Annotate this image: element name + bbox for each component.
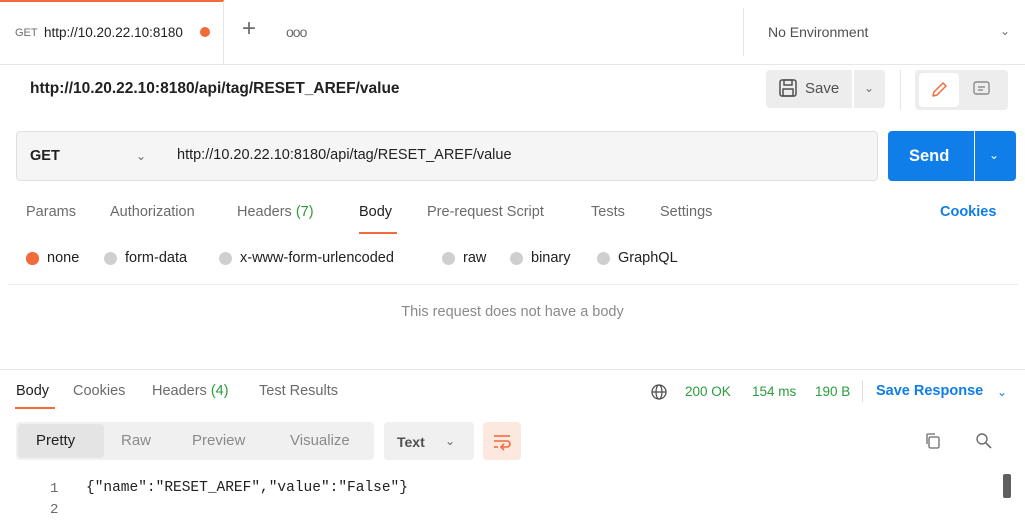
- chevron-down-icon: ⌄: [989, 148, 1000, 162]
- chevron-down-icon[interactable]: ⌄: [136, 149, 146, 163]
- response-tab-headers[interactable]: Headers (4): [152, 383, 229, 399]
- radio-form-data-label[interactable]: form-data: [125, 250, 187, 266]
- response-tab-cookies[interactable]: Cookies: [73, 383, 125, 399]
- chevron-down-icon: ⌄: [864, 81, 875, 95]
- chevron-down-icon[interactable]: ⌄: [1000, 24, 1010, 38]
- view-pretty[interactable]: Pretty: [36, 432, 75, 449]
- radio-urlencoded[interactable]: [219, 252, 232, 265]
- save-response-button[interactable]: Save Response: [876, 383, 983, 399]
- response-code-line[interactable]: {"name":"RESET_AREF","value":"False"}: [86, 480, 408, 496]
- method-label[interactable]: GET: [30, 148, 60, 164]
- request-title[interactable]: http://10.20.22.10:8180/api/tag/RESET_AR…: [30, 80, 400, 98]
- view-preview[interactable]: Preview: [192, 432, 245, 449]
- radio-none[interactable]: [26, 252, 39, 265]
- unsaved-dot: [200, 27, 210, 37]
- comment-icon[interactable]: [972, 79, 992, 99]
- chevron-down-icon[interactable]: ⌄: [997, 385, 1007, 399]
- radio-binary-label[interactable]: binary: [531, 250, 571, 266]
- radio-raw[interactable]: [442, 252, 455, 265]
- tab-headers-label: Headers: [237, 204, 292, 220]
- active-tab-indicator: [15, 407, 55, 409]
- url-input-value[interactable]: http://10.20.22.10:8180/api/tag/RESET_AR…: [177, 147, 512, 163]
- tab-tests[interactable]: Tests: [591, 204, 625, 220]
- divider: [862, 380, 863, 402]
- format-select-label[interactable]: Text: [397, 434, 425, 450]
- response-tab-headers-label: Headers: [152, 383, 207, 399]
- line-number: 2: [50, 502, 59, 518]
- radio-graphql-label[interactable]: GraphQL: [618, 250, 678, 266]
- save-button-label[interactable]: Save: [805, 80, 839, 97]
- response-headers-count: (4): [210, 383, 229, 399]
- empty-body-message: This request does not have a body: [401, 304, 624, 320]
- send-options-button[interactable]: ⌄: [975, 131, 1016, 181]
- status-code[interactable]: 200 OK: [685, 384, 731, 399]
- response-time[interactable]: 154 ms: [752, 384, 796, 399]
- active-tab-indicator: [359, 232, 397, 234]
- divider: [900, 70, 901, 110]
- line-number: 1: [50, 481, 59, 497]
- radio-graphql[interactable]: [597, 252, 610, 265]
- send-button-label[interactable]: Send: [909, 147, 949, 166]
- view-raw[interactable]: Raw: [121, 432, 151, 449]
- search-icon[interactable]: [975, 432, 993, 450]
- divider: [8, 284, 1018, 285]
- radio-form-data[interactable]: [104, 252, 117, 265]
- cookies-link[interactable]: Cookies: [940, 204, 996, 220]
- tab-params[interactable]: Params: [26, 204, 76, 220]
- response-tab-test-results[interactable]: Test Results: [259, 383, 338, 399]
- response-size[interactable]: 190 B: [815, 384, 850, 399]
- tab-settings[interactable]: Settings: [660, 204, 712, 220]
- divider: [0, 369, 1025, 370]
- copy-icon[interactable]: [924, 432, 942, 450]
- new-tab-button[interactable]: +: [242, 17, 256, 41]
- globe-icon[interactable]: [650, 383, 668, 401]
- scrollbar[interactable]: [1003, 474, 1011, 498]
- tab-headers[interactable]: Headers (7): [237, 204, 314, 220]
- radio-none-label[interactable]: none: [47, 250, 79, 266]
- more-tabs-button[interactable]: ooo: [286, 24, 307, 40]
- view-visualize[interactable]: Visualize: [290, 432, 350, 449]
- tab-url-label[interactable]: http://10.20.22.10:8180: [44, 25, 183, 40]
- radio-raw-label[interactable]: raw: [463, 250, 486, 266]
- tab-body[interactable]: Body: [359, 204, 392, 220]
- tab-prerequest-script[interactable]: Pre-request Script: [427, 204, 544, 220]
- environment-select[interactable]: No Environment: [768, 24, 868, 40]
- tab-method-label: GET: [15, 27, 38, 39]
- response-tab-body[interactable]: Body: [16, 383, 49, 399]
- pencil-icon[interactable]: [929, 80, 949, 100]
- tab-authorization[interactable]: Authorization: [110, 204, 195, 220]
- wrap-lines-icon: [494, 435, 511, 451]
- radio-urlencoded-label[interactable]: x-www-form-urlencoded: [240, 250, 394, 266]
- radio-binary[interactable]: [510, 252, 523, 265]
- save-options-button[interactable]: ⌄: [853, 70, 885, 108]
- headers-count: (7): [295, 204, 314, 220]
- chevron-down-icon[interactable]: ⌄: [445, 434, 455, 448]
- floppy-icon: [779, 79, 797, 97]
- divider: [743, 8, 744, 56]
